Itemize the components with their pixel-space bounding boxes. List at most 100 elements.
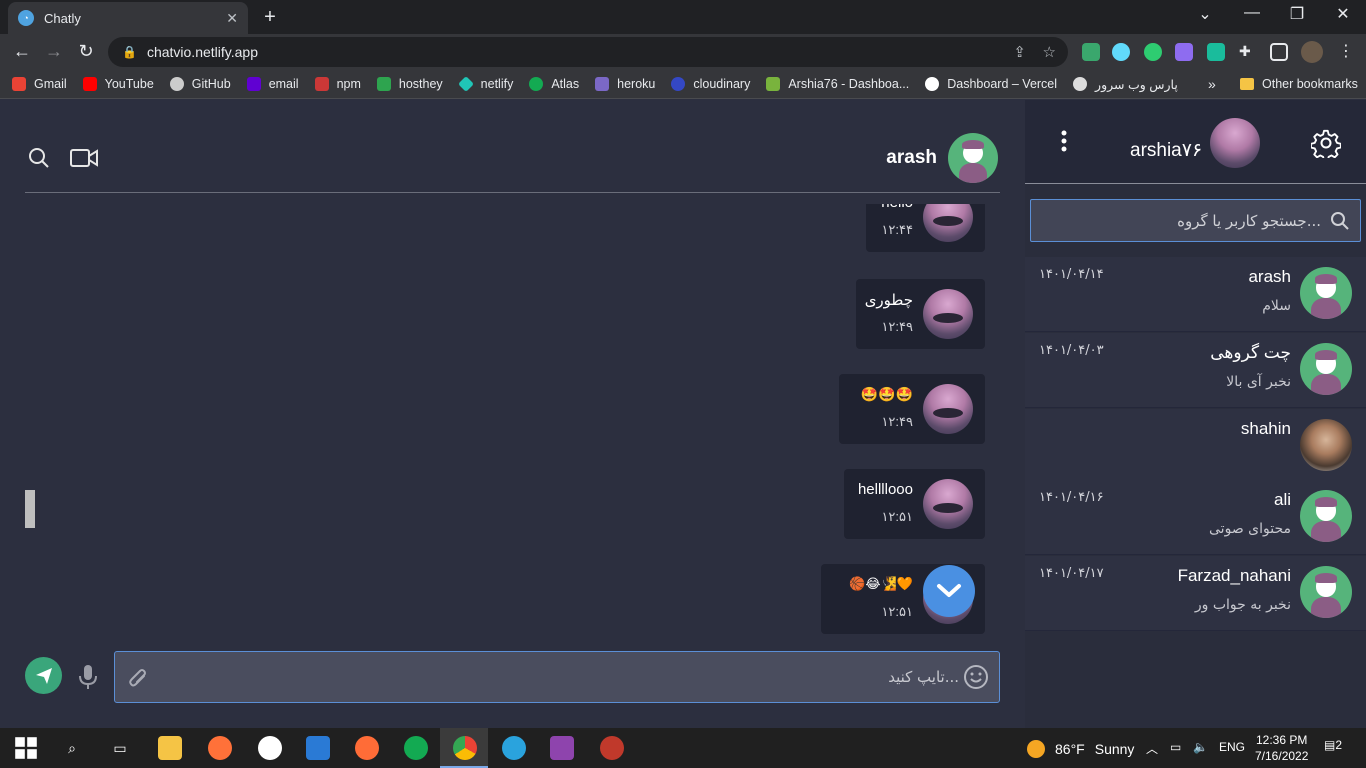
restore-button[interactable]: ❐ (1282, 4, 1312, 24)
message-input[interactable] (159, 652, 959, 702)
clock-time: 12:36 PM (1256, 733, 1308, 747)
system-clock[interactable]: 12:36 PM 7/16/2022 (1255, 732, 1308, 764)
contact-date: ۱۴۰۱/۰۴/۰۳ (1039, 343, 1104, 358)
bookmark-gmail[interactable]: Gmail (12, 77, 67, 91)
extension-icon[interactable] (1082, 43, 1100, 61)
send-button[interactable] (25, 657, 62, 694)
sidebar-header: arshia۷۶ (1025, 100, 1366, 184)
scrollbar-thumb[interactable] (25, 490, 35, 528)
bookmark-netlify[interactable]: netlify (457, 76, 513, 92)
language-indicator[interactable]: ENG (1219, 740, 1245, 754)
bookmark-youtube[interactable]: YouTube (82, 77, 154, 91)
notification-center-icon[interactable]: ▤2 (1324, 738, 1342, 752)
hosthey-icon (376, 77, 391, 91)
volume-icon[interactable]: 🔈 (1193, 740, 1208, 754)
extension-icon[interactable] (1207, 43, 1225, 61)
tab-close-icon[interactable]: ✕ (226, 10, 238, 27)
contact-item[interactable]: shahin (1025, 409, 1366, 484)
file-explorer-icon[interactable] (158, 736, 182, 760)
contact-avatar[interactable] (948, 133, 998, 183)
puzzle-extensions-icon[interactable]: ✚ (1239, 43, 1257, 61)
more-options-icon[interactable] (1060, 130, 1068, 152)
emoji-icon[interactable] (963, 664, 989, 690)
contact-date: ۱۴۰۱/۰۴/۱۷ (1039, 566, 1104, 581)
back-button[interactable]: ← (10, 41, 34, 62)
mongodb-compass-icon[interactable] (404, 736, 428, 760)
bookmark-vercel[interactable]: Dashboard – Vercel (925, 77, 1057, 91)
app-icon[interactable] (258, 736, 282, 760)
message-text: 🏀😂🧏🧡 (849, 576, 913, 591)
sender-avatar (923, 384, 973, 434)
more-bookmarks-button[interactable]: » (1208, 76, 1216, 92)
gear-icon[interactable] (1311, 128, 1341, 158)
search-input[interactable] (1041, 200, 1321, 241)
vercel-icon (925, 77, 940, 91)
contact-item[interactable]: ۱۴۰۱/۰۴/۱۷ Farzad_nahani نخبر به جواب ور (1025, 556, 1366, 631)
reload-button[interactable]: ↻ (74, 41, 98, 62)
extension-icon[interactable] (1144, 43, 1162, 61)
current-user-avatar[interactable] (1210, 118, 1260, 168)
windows-start-icon[interactable] (14, 736, 38, 760)
extension-icon[interactable] (1175, 43, 1193, 61)
minimize-button[interactable]: — (1237, 4, 1267, 22)
yahoo-icon (246, 77, 261, 91)
paperclip-icon[interactable] (127, 666, 149, 690)
contact-item[interactable]: ۱۴۰۱/۰۴/۰۳ چت گروهی نخبر آی بالا (1025, 333, 1366, 408)
psiphon-icon[interactable] (600, 736, 624, 760)
profile-avatar[interactable] (1301, 41, 1323, 63)
contact-name: shahin (1240, 419, 1291, 438)
task-view-icon[interactable]: ▭ (108, 736, 132, 760)
chat-app: arash hello ۱۲:۴۴ چطوری ۱۲:۴۹ 🤩🤩🤩 ۱۲:۴۹ … (0, 100, 1366, 728)
firefox-icon[interactable] (208, 736, 232, 760)
folder-icon (1240, 78, 1254, 90)
vscode-icon[interactable] (306, 736, 330, 760)
weather-widget[interactable]: 86°F Sunny (1027, 740, 1134, 758)
bookmark-npm[interactable]: npm (314, 77, 361, 91)
browser-menu-icon[interactable]: ⋮ (1338, 41, 1354, 61)
message-time: ۱۲:۴۹ (881, 414, 913, 429)
side-panel-icon[interactable] (1270, 43, 1288, 61)
phpstorm-icon[interactable] (550, 736, 574, 760)
share-icon[interactable]: ⇪ (1013, 43, 1026, 61)
contact-item[interactable]: ۱۴۰۱/۰۴/۱۶ ali محتوای صوتی (1025, 480, 1366, 555)
bookmark-atlas[interactable]: Atlas (529, 77, 579, 91)
contact-last-message: سلام (1262, 298, 1291, 314)
bookmark-star-icon[interactable]: ☆ (1043, 43, 1056, 61)
youtube-icon (82, 77, 97, 91)
react-devtools-icon[interactable] (1112, 43, 1130, 61)
search-icon[interactable]: ⌕ (60, 736, 84, 760)
postman-icon[interactable] (355, 736, 379, 760)
forward-button[interactable]: → (42, 41, 66, 62)
chevron-down-icon (937, 584, 961, 597)
search-icon[interactable] (28, 147, 50, 169)
window-close-button[interactable]: ✕ (1328, 4, 1358, 24)
bookmark-arshia76[interactable]: Arshia76 - Dashboa... (766, 77, 909, 91)
cloudinary-icon (671, 77, 686, 91)
contact-item[interactable]: ۱۴۰۱/۰۴/۱۴ arash سلام (1025, 257, 1366, 332)
other-bookmarks[interactable]: Other bookmarks (1240, 77, 1358, 91)
bookmark-github[interactable]: GitHub (169, 77, 231, 91)
bookmark-email[interactable]: email (246, 77, 299, 91)
message-list[interactable]: hello ۱۲:۴۴ چطوری ۱۲:۴۹ 🤩🤩🤩 ۱۲:۴۹ hellll… (25, 204, 1000, 724)
contact-avatar (1300, 267, 1352, 319)
new-tab-button[interactable]: + (258, 6, 282, 29)
scroll-to-bottom-button[interactable] (923, 565, 975, 617)
chevron-up-icon[interactable]: ︿ (1146, 740, 1158, 757)
temperature: 86°F (1055, 741, 1085, 757)
search-icon[interactable] (1330, 211, 1350, 231)
bookmark-heroku[interactable]: heroku (595, 77, 655, 91)
browser-tab[interactable]: ◔ Chatly ✕ (8, 2, 248, 34)
microphone-icon[interactable] (78, 664, 98, 690)
tab-search-icon[interactable]: ⌄ (1190, 4, 1220, 24)
battery-icon[interactable]: ▭ (1170, 740, 1181, 754)
bookmark-parsweb[interactable]: پارس وب سرور (1073, 77, 1178, 92)
message-time: ۱۲:۵۱ (881, 604, 913, 619)
bookmark-cloudinary[interactable]: cloudinary (671, 77, 750, 91)
sun-icon (1027, 740, 1045, 758)
bookmark-hosthey[interactable]: hosthey (376, 77, 443, 91)
video-call-icon[interactable] (70, 149, 98, 167)
address-bar[interactable]: 🔒 chatvio.netlify.app ⇪ ☆ (108, 37, 1068, 67)
chrome-icon[interactable] (453, 736, 477, 760)
telegram-icon[interactable] (502, 736, 526, 760)
netlify-icon (457, 76, 474, 92)
